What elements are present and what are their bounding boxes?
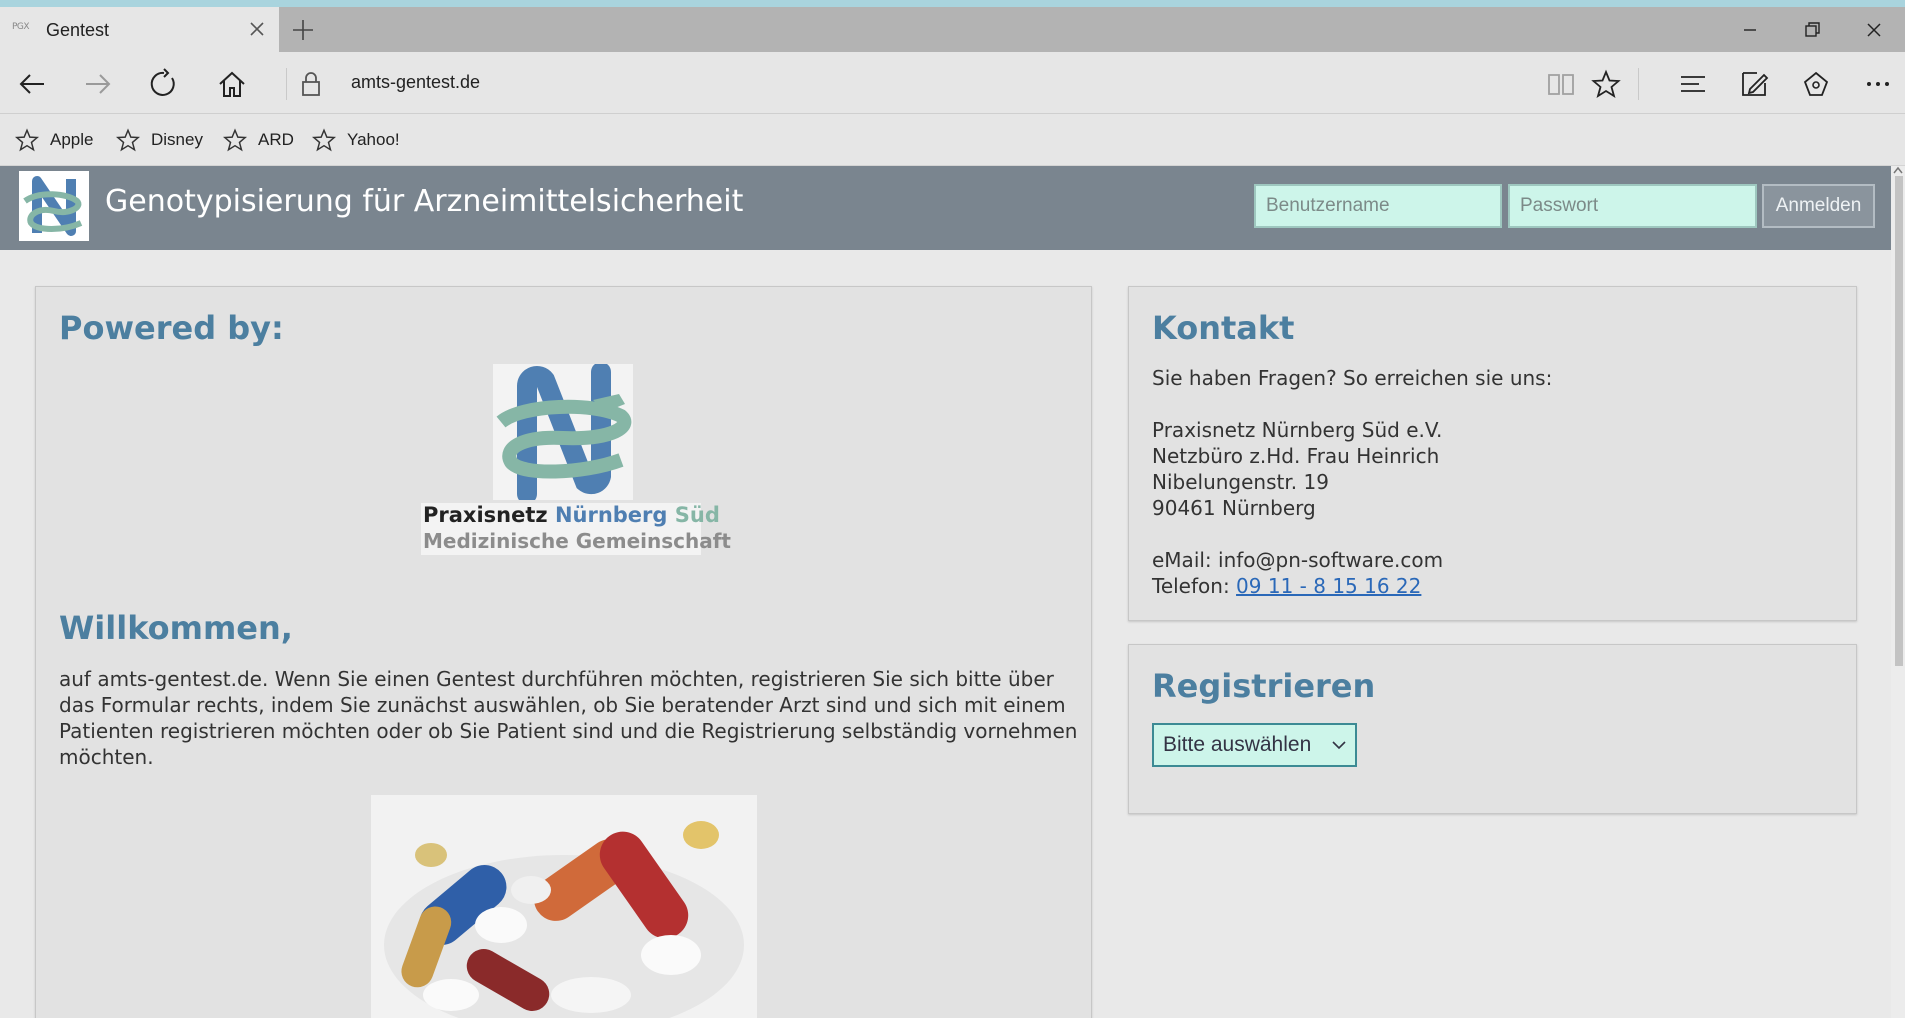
scroll-up-icon[interactable] xyxy=(1893,166,1903,174)
share-icon[interactable] xyxy=(1798,66,1834,102)
scrollbar-thumb[interactable] xyxy=(1895,176,1903,666)
contact-email-row: eMail: info@pn-software.com xyxy=(1152,547,1443,573)
chevron-down-icon xyxy=(1332,741,1346,750)
favorite-ard[interactable]: ARD xyxy=(222,127,294,153)
favorite-yahoo[interactable]: Yahoo! xyxy=(311,127,400,153)
password-input[interactable]: Passwort xyxy=(1508,184,1757,228)
address-bar-url[interactable]: amts-gentest.de xyxy=(351,72,480,93)
address-separator xyxy=(286,68,287,100)
partner-logo-image xyxy=(493,362,633,504)
contact-panel: Kontakt Sie haben Fragen? So erreichen s… xyxy=(1128,286,1857,621)
window-top-strip xyxy=(0,0,1905,7)
site-title: Genotypisierung für Arzneimittelsicherhe… xyxy=(105,184,744,219)
favorite-star-icon[interactable] xyxy=(1588,66,1624,102)
more-icon[interactable] xyxy=(1860,66,1896,102)
logo-word-praxisnetz: Praxisnetz xyxy=(423,503,548,527)
contact-phone-row: Telefon: 09 11 - 8 15 16 22 xyxy=(1152,573,1421,599)
favorite-label: ARD xyxy=(258,130,294,149)
favorite-label: Apple xyxy=(50,130,94,149)
favorites-bar: Apple Disney ARD Yahoo! xyxy=(0,115,1905,166)
favorite-apple[interactable]: Apple xyxy=(14,127,93,153)
hub-icon[interactable] xyxy=(1675,66,1711,102)
star-outline-icon xyxy=(222,128,248,152)
favorite-label: Disney xyxy=(151,130,203,149)
email-value: info@pn-software.com xyxy=(1218,548,1444,572)
reading-view-icon[interactable] xyxy=(1543,66,1579,102)
page-viewport: Genotypisierung für Arzneimittelsicherhe… xyxy=(0,166,1891,1018)
contact-intro: Sie haben Fragen? So erreichen sie uns: xyxy=(1152,366,1553,390)
favicon: PGX xyxy=(12,22,30,32)
email-label: eMail: xyxy=(1152,548,1212,572)
username-input[interactable]: Benutzername xyxy=(1254,184,1502,228)
tab-gentest[interactable]: PGX Gentest xyxy=(0,7,279,52)
pills-image xyxy=(371,795,757,1018)
new-tab-icon[interactable] xyxy=(288,15,318,45)
restore-icon[interactable] xyxy=(1781,7,1843,52)
forward-arrow-icon[interactable] xyxy=(80,66,116,102)
close-tab-icon[interactable] xyxy=(243,15,271,43)
favorite-disney[interactable]: Disney xyxy=(115,127,203,153)
contact-address-line-3: Nibelungenstr. 19 xyxy=(1152,470,1329,494)
registration-type-select[interactable]: Bitte auswählen xyxy=(1152,723,1357,767)
tab-title: Gentest xyxy=(46,20,110,40)
star-outline-icon xyxy=(14,128,40,152)
welcome-text: auf amts-gentest.de. Wenn Sie einen Gent… xyxy=(59,667,1078,769)
contact-address-line-4: 90461 Nürnberg xyxy=(1152,496,1316,520)
contact-heading: Kontakt xyxy=(1152,309,1295,347)
navigation-bar: amts-gentest.de xyxy=(0,52,1905,114)
lock-icon xyxy=(293,66,329,102)
home-icon[interactable] xyxy=(214,66,250,102)
main-panel: Powered by: Praxisnetz Nürnberg Süd Medi… xyxy=(35,286,1092,1018)
site-header: Genotypisierung für Arzneimittelsicherhe… xyxy=(0,166,1891,250)
minimize-icon[interactable] xyxy=(1719,7,1781,52)
welcome-heading: Willkommen, xyxy=(59,609,293,647)
page-scrollbar[interactable] xyxy=(1891,166,1905,1018)
close-window-icon[interactable] xyxy=(1843,7,1905,52)
refresh-icon[interactable] xyxy=(146,66,182,102)
site-logo[interactable] xyxy=(19,171,89,241)
toolbar-separator xyxy=(1638,68,1639,100)
contact-address-line-2: Netzbüro z.Hd. Frau Heinrich xyxy=(1152,444,1440,468)
star-outline-icon xyxy=(311,128,337,152)
register-panel: Registrieren Bitte auswählen xyxy=(1128,644,1857,814)
favorite-label: Yahoo! xyxy=(347,130,400,149)
register-heading: Registrieren xyxy=(1152,667,1376,705)
login-button[interactable]: Anmelden xyxy=(1762,184,1875,228)
powered-by-heading: Powered by: xyxy=(59,309,284,347)
back-arrow-icon[interactable] xyxy=(14,66,50,102)
logo-subtitle: Medizinische Gemeinschaft xyxy=(423,529,731,553)
select-value: Bitte auswählen xyxy=(1163,733,1312,756)
contact-address-line-1: Praxisnetz Nürnberg Süd e.V. xyxy=(1152,418,1443,442)
star-outline-icon xyxy=(115,128,141,152)
logo-word-nuernberg: Nürnberg xyxy=(554,503,668,527)
web-note-icon[interactable] xyxy=(1736,66,1772,102)
logo-word-sued: Süd xyxy=(674,503,720,527)
tab-bar: PGX Gentest xyxy=(0,7,1905,52)
partner-logo-text: Praxisnetz Nürnberg Süd Medizinische Gem… xyxy=(421,503,731,555)
phone-label: Telefon: xyxy=(1152,574,1230,598)
phone-link[interactable]: 09 11 - 8 15 16 22 xyxy=(1236,574,1421,598)
